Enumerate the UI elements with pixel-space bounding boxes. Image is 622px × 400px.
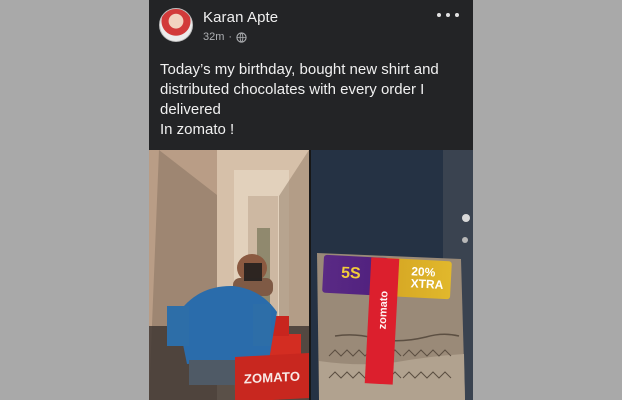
chocolate-offer: 20% XTRA <box>410 264 444 292</box>
post-text: Today’s my birthday, bought new shirt an… <box>160 60 460 140</box>
more-dot-3 <box>455 13 459 17</box>
delivery-tape-label: zomato <box>376 290 391 330</box>
post-media: ZOMATO 5S 20% XTRA zomato <box>149 150 473 400</box>
post-header: Karan Apte 32m · <box>149 0 473 50</box>
globe-icon <box>236 31 247 43</box>
chocolate-main-text: 5S <box>340 264 362 283</box>
post-line-1: Today’s my birthday, bought new shirt an… <box>160 61 439 78</box>
left-photo-brand-box: ZOMATO <box>235 353 309 400</box>
post-card: Karan Apte 32m · Today’s my birthday, bo… <box>149 0 473 400</box>
post-meta: 32m · <box>203 31 247 43</box>
screenshot-canvas: Karan Apte 32m · Today’s my birthday, bo… <box>0 0 622 400</box>
meta-separator: · <box>228 31 233 43</box>
right-photo[interactable]: 5S 20% XTRA zomato <box>311 150 473 400</box>
chocolate-offer-label: XTRA <box>410 276 444 292</box>
more-dot-2 <box>446 13 450 17</box>
more-dot-1 <box>437 13 441 17</box>
more-options-icon[interactable] <box>437 8 459 22</box>
profile-avatar[interactable] <box>159 8 193 42</box>
post-line-2: distributed chocolates with every order … <box>160 81 425 98</box>
post-line-4: In zomato ! <box>160 121 235 138</box>
author-name[interactable]: Karan Apte <box>203 9 278 26</box>
post-time: 32m <box>203 31 225 43</box>
post-line-3: delivered <box>160 101 221 118</box>
left-photo[interactable]: ZOMATO <box>149 150 309 400</box>
